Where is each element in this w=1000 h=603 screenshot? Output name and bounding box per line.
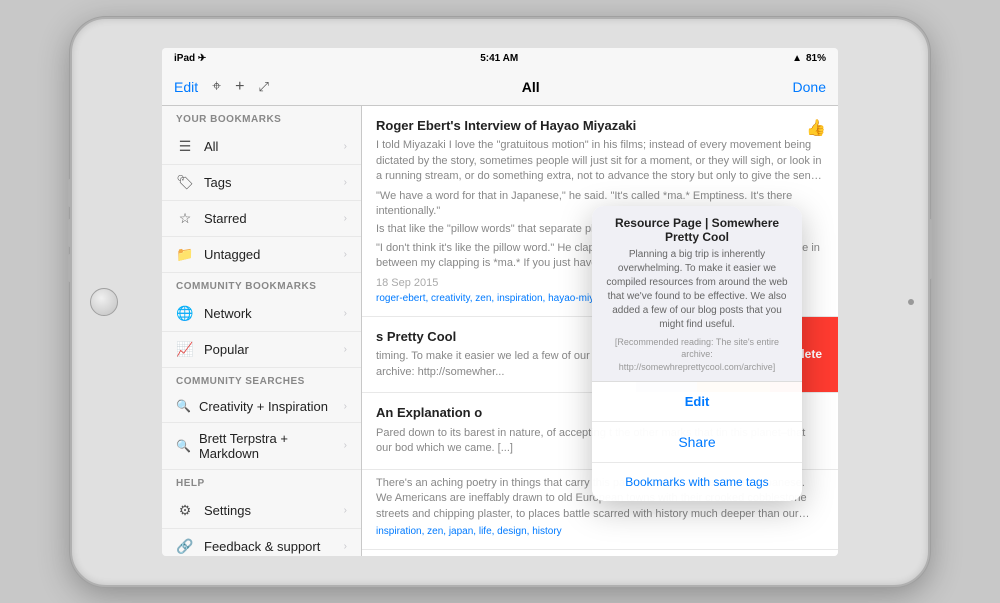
network-icon: 🌐: [176, 305, 194, 322]
settings-chevron: ›: [344, 505, 347, 516]
sidebar-item-starred[interactable]: ☆ Starred ›: [162, 201, 361, 237]
sidebar-item-brett[interactable]: 🔍 Brett Terpstra + Markdown ›: [162, 423, 361, 470]
status-left: iPad ✈: [174, 53, 206, 64]
all-icon: ☰: [176, 138, 194, 155]
screen: iPad ✈ 5:41 AM ▲ 81% Edit ⌖ + ⤢ All Done…: [162, 48, 838, 556]
feedback-icon: 🔗: [176, 538, 194, 555]
main-content: YOUR BOOKMARKS ☰ All › 🏷 Tags ›: [162, 106, 838, 556]
move-icon: ⤢: [258, 79, 268, 95]
sidebar-item-network[interactable]: 🌐 Network ›: [162, 296, 361, 332]
tags-icon: 🏷: [176, 174, 194, 191]
feedback-label: Feedback & support: [204, 539, 320, 554]
popup-card: Resource Page | Somewhere Pretty Cool Pl…: [592, 206, 802, 502]
edit-button[interactable]: Edit: [174, 79, 198, 95]
add-icon[interactable]: +: [235, 78, 244, 96]
brett-chevron: ›: [344, 440, 347, 451]
network-chevron: ›: [344, 308, 347, 319]
all-label: All: [204, 139, 218, 154]
search-icon-creativity: 🔍: [176, 399, 191, 413]
popular-chevron: ›: [344, 344, 347, 355]
starred-icon: ☆: [176, 210, 194, 227]
settings-icon: ⚙: [176, 502, 194, 519]
popular-label: Popular: [204, 342, 249, 357]
power-button[interactable]: [928, 219, 932, 279]
sidebar-item-settings[interactable]: ⚙ Settings ›: [162, 493, 361, 529]
starred-label: Starred: [204, 211, 247, 226]
sidebar-item-creativity[interactable]: 🔍 Creativity + Inspiration ›: [162, 391, 361, 423]
ipad-label: iPad ✈: [174, 53, 206, 64]
community-bookmarks-header: COMMUNITY BOOKMARKS: [162, 273, 361, 296]
cursor-icon: ⌖: [212, 78, 221, 96]
nav-left: Edit ⌖ + ⤢: [174, 78, 269, 96]
brett-label: Brett Terpstra + Markdown: [199, 431, 344, 461]
ipad-frame: iPad ✈ 5:41 AM ▲ 81% Edit ⌖ + ⤢ All Done…: [70, 17, 930, 587]
sidebar-item-all[interactable]: ☰ All ›: [162, 129, 361, 165]
untagged-chevron: ›: [344, 249, 347, 260]
battery-level: 81%: [806, 53, 826, 64]
volume-down-button[interactable]: [68, 219, 72, 247]
untagged-icon: 📁: [176, 246, 194, 263]
popup-header: Resource Page | Somewhere Pretty Cool Pl…: [592, 206, 802, 383]
tags-label: Tags: [204, 175, 231, 190]
popup-action-same-tags[interactable]: Bookmarks with same tags: [592, 463, 802, 501]
untagged-label: Untagged: [204, 247, 260, 262]
settings-label: Settings: [204, 503, 251, 518]
battery-icon: ▲: [792, 53, 802, 64]
popup-header-title: Resource Page | Somewhere Pretty Cool: [606, 216, 788, 244]
context-overlay: Resource Page | Somewhere Pretty Cool Pl…: [362, 106, 838, 556]
volume-up-button[interactable]: [68, 179, 72, 207]
sidebar-item-tags[interactable]: 🏷 Tags ›: [162, 165, 361, 201]
mute-button[interactable]: [68, 254, 72, 282]
sidebar-item-untagged[interactable]: 📁 Untagged ›: [162, 237, 361, 273]
creativity-chevron: ›: [344, 401, 347, 412]
done-button[interactable]: Done: [793, 79, 826, 95]
status-bar: iPad ✈ 5:41 AM ▲ 81%: [162, 48, 838, 70]
popup-action-edit[interactable]: Edit: [592, 382, 802, 422]
tags-chevron: ›: [344, 177, 347, 188]
community-searches-header: COMMUNITY SEARCHES: [162, 368, 361, 391]
feedback-chevron: ›: [344, 541, 347, 552]
starred-chevron: ›: [344, 213, 347, 224]
home-button[interactable]: [90, 288, 118, 316]
nav-title: All: [522, 79, 540, 95]
popup-footnote: [Recommended reading: The site's entire …: [606, 336, 788, 374]
article-list: Roger Ebert's Interview of Hayao Miyazak…: [362, 106, 838, 556]
nav-bar: Edit ⌖ + ⤢ All Done: [162, 70, 838, 106]
search-icon-brett: 🔍: [176, 439, 191, 453]
status-time: 5:41 AM: [480, 53, 518, 64]
help-section-header: HELP: [162, 470, 361, 493]
popup-action-share[interactable]: Share: [592, 422, 802, 463]
popular-icon: 📈: [176, 341, 194, 358]
side-dot: [908, 299, 914, 305]
network-label: Network: [204, 306, 252, 321]
creativity-label: Creativity + Inspiration: [199, 399, 328, 414]
sidebar-item-popular[interactable]: 📈 Popular ›: [162, 332, 361, 368]
all-chevron: ›: [344, 141, 347, 152]
sidebar-item-feedback[interactable]: 🔗 Feedback & support ›: [162, 529, 361, 556]
bookmarks-section-header: YOUR BOOKMARKS: [162, 106, 361, 129]
popup-header-desc: Planning a big trip is inherently overwh…: [606, 248, 788, 332]
sidebar: YOUR BOOKMARKS ☰ All › 🏷 Tags ›: [162, 106, 362, 556]
status-right: ▲ 81%: [792, 53, 826, 64]
